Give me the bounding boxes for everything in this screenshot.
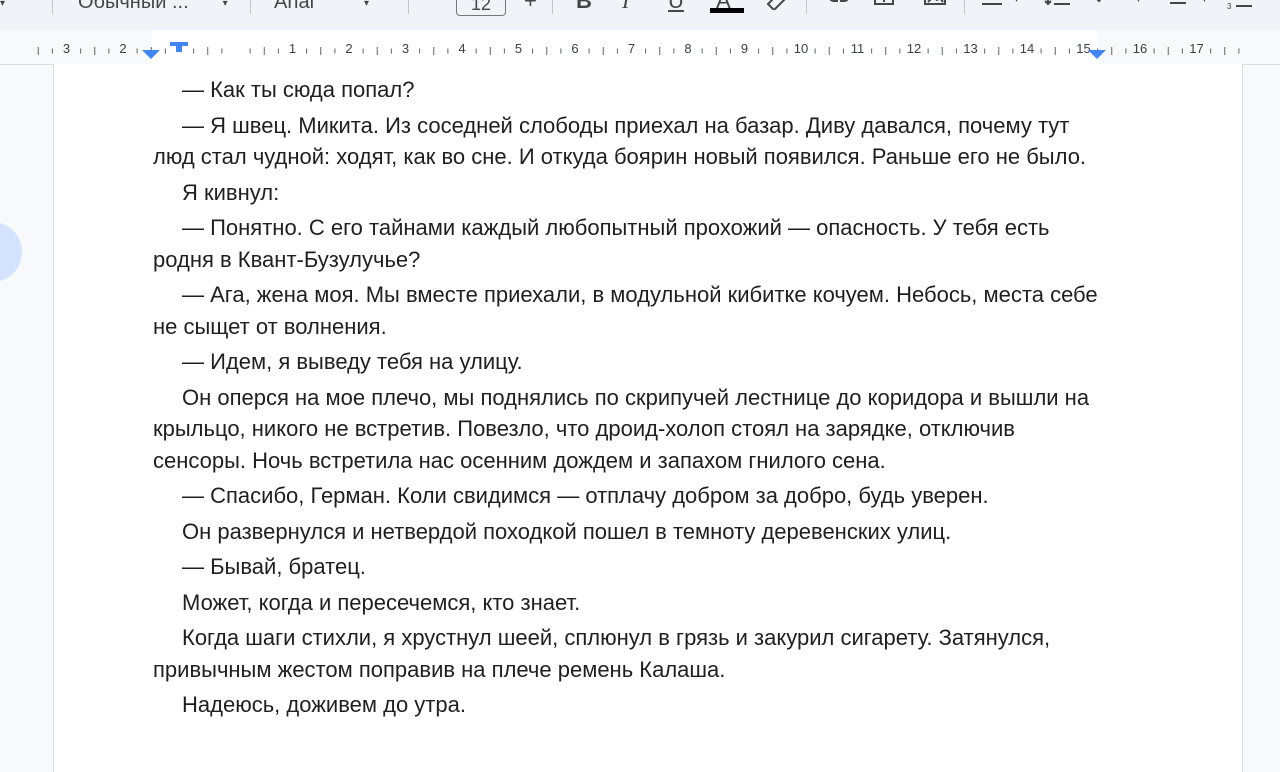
comment-icon[interactable]	[872, 0, 898, 8]
paragraph[interactable]: — Бывай, братец.	[153, 551, 1098, 583]
ruler-label: 5	[515, 41, 522, 56]
paragraph[interactable]: Надеюсь, доживем до утра.	[153, 689, 1098, 721]
checklist-icon[interactable]	[1094, 0, 1122, 8]
ruler-label: 12	[907, 41, 921, 56]
zoom-caret-icon[interactable]: ▾	[0, 0, 5, 9]
ruler-label: 11	[851, 41, 865, 56]
ruler-label: 16	[1133, 41, 1147, 56]
ruler-label: 13	[963, 41, 977, 56]
paragraph-style-label: Обычный ...	[78, 0, 189, 13]
ruler-label: 2	[345, 41, 352, 56]
ruler-label: 8	[684, 41, 691, 56]
paragraph[interactable]: — Я швец. Микита. Из соседней слободы пр…	[153, 110, 1098, 173]
paragraph[interactable]: — Ага, жена моя. Мы вместе приехали, в м…	[153, 279, 1098, 342]
toolbar-divider	[964, 0, 965, 14]
paragraph[interactable]: Может, когда и пересечемся, кто знает.	[153, 587, 1098, 619]
chevron-down-icon: ▾	[364, 0, 370, 9]
ruler-label: 10	[794, 41, 808, 56]
align-left-icon[interactable]	[980, 0, 1004, 8]
ruler-label: 2	[119, 41, 126, 56]
image-icon[interactable]	[922, 0, 948, 8]
ruler-label: 3	[63, 41, 70, 56]
font-family-select[interactable]: Arial ▾	[274, 0, 369, 12]
ruler-label: 15	[1076, 41, 1090, 56]
toolbar-divider	[52, 0, 53, 14]
document-page[interactable]: — Как ты сюда попал? — Я швец. Микита. Из…	[53, 64, 1243, 772]
paragraph[interactable]: — Понятно. С его тайнами каждый любопытн…	[153, 212, 1098, 275]
ruler-label: 1	[289, 41, 296, 56]
ruler-label: 17	[1189, 41, 1203, 56]
first-line-indent-stem	[176, 42, 182, 52]
font-family-label: Arial	[274, 0, 315, 13]
toolbar-divider	[552, 0, 553, 14]
ruler-label: 9	[741, 41, 748, 56]
paragraph[interactable]: — Как ты сюда попал?	[153, 74, 1098, 106]
chevron-down-icon: ▾	[222, 0, 228, 9]
ruler-label: 4	[458, 41, 465, 56]
toolbar-divider	[806, 0, 807, 14]
ruler-label: 3	[402, 41, 409, 56]
ruler-label: 6	[571, 41, 578, 56]
bulleted-list-icon[interactable]	[1160, 0, 1188, 8]
chevron-down-icon[interactable]: ▾	[1136, 0, 1141, 5]
paragraph[interactable]: Я кивнул:	[153, 177, 1098, 209]
left-indent-marker[interactable]	[142, 50, 160, 59]
font-size-input[interactable]: 12	[456, 0, 506, 16]
paragraph[interactable]: Он развернулся и нетвердой походкой поше…	[153, 516, 1098, 548]
numbered-list-icon[interactable]: 3	[1226, 0, 1254, 12]
text-color-swatch	[710, 8, 744, 13]
chevron-down-icon[interactable]: ▾	[1014, 0, 1019, 5]
horizontal-ruler[interactable]: 3 2 1 2 3 4 5 6 7 8 9 10 11 12 13 14 15 16 17	[0, 30, 1280, 65]
toolbar-divider	[250, 0, 251, 14]
underline-button[interactable]: U	[668, 0, 684, 12]
highlighter-icon[interactable]	[764, 0, 788, 10]
ruler-label: 7	[628, 41, 635, 56]
increase-font-size-button[interactable]: +	[524, 0, 537, 12]
ruler-scale: 3 2 1 2 3 4 5 6 7 8 9 10 11 12 13 14 15 16 17	[37, 41, 1240, 59]
italic-button[interactable]: I	[622, 0, 629, 12]
toolbar: ▾ Обычный ... ▾ Arial ▾ 12 + B I U A ▾	[0, 0, 1280, 30]
link-icon[interactable]	[826, 0, 852, 8]
paragraph[interactable]: Он оперся на мое плечо, мы поднялись по …	[153, 382, 1098, 477]
bold-button[interactable]: B	[576, 0, 592, 12]
paragraph[interactable]: — Идем, я выведу тебя на улицу.	[153, 346, 1098, 378]
document-body[interactable]: — Как ты сюда попал? — Я швец. Микита. Из…	[153, 74, 1098, 725]
toolbar-divider	[408, 0, 409, 14]
chevron-down-icon[interactable]: ▾	[1202, 0, 1207, 5]
svg-text:3: 3	[1227, 2, 1232, 11]
paragraph[interactable]: — Спасибо, Герман. Коли свидимся — отпла…	[153, 480, 1098, 512]
line-spacing-icon[interactable]	[1044, 0, 1072, 8]
ruler-label: 14	[1020, 41, 1034, 56]
side-panel-toggle[interactable]	[0, 222, 22, 282]
paragraph[interactable]: Когда шаги стихли, я хрустнул шеей, сплю…	[153, 622, 1098, 685]
paragraph-style-select[interactable]: Обычный ... ▾	[78, 0, 228, 12]
